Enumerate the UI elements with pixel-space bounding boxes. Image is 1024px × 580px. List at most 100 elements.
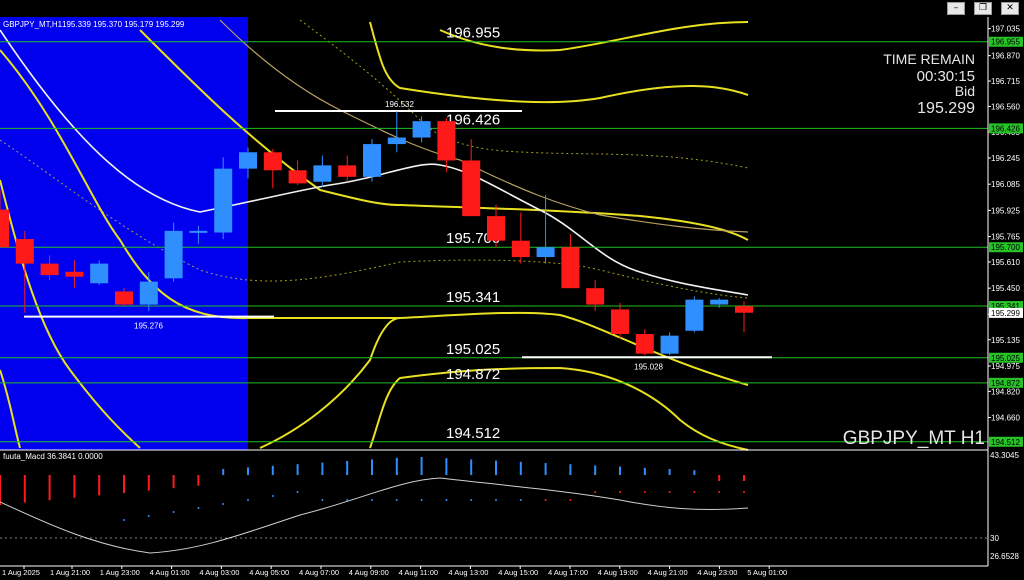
price-tick-label: 197.035 <box>991 25 1020 34</box>
macd-signal-dot <box>172 511 175 513</box>
time-label: 4 Aug 05:00 <box>249 568 289 577</box>
candle-bull <box>363 144 381 177</box>
macd-signal-dot <box>395 499 398 501</box>
macd-signal-dot <box>668 491 671 493</box>
candle-bear <box>635 334 654 354</box>
close-button[interactable]: ✕ <box>1001 2 1019 15</box>
price-tick-label: 194.820 <box>991 387 1020 396</box>
level-label: 194.512 <box>446 425 500 442</box>
candle-bull <box>660 335 679 354</box>
macd-signal-dot <box>743 491 745 493</box>
swing-label: 195.028 <box>634 362 663 371</box>
candle-bull <box>685 299 704 331</box>
candle-bull <box>387 137 406 145</box>
ohlc-readout: 195.339 195.370 195.179 195.299 <box>62 20 185 29</box>
price-tag-label: 196.955 <box>991 38 1020 47</box>
candle-bear <box>40 263 59 276</box>
level-label: 195.341 <box>446 289 500 306</box>
macd-signal-dot <box>123 519 125 521</box>
macd-signal-dot <box>470 499 473 501</box>
macd-signal-dot <box>569 499 572 501</box>
candle-bear <box>586 288 605 305</box>
price-tick-label: 196.085 <box>991 180 1020 189</box>
macd-signal-dot <box>693 491 696 493</box>
level-label: 196.955 <box>446 25 500 42</box>
restore-button[interactable]: ❐ <box>974 2 992 15</box>
price-tick-label: 194.975 <box>991 362 1020 371</box>
candle-bear <box>611 309 629 335</box>
chart-title: GBPJPY_MT,H1 <box>3 20 63 29</box>
candle-bear <box>462 160 481 217</box>
macd-signal-dot <box>643 491 646 493</box>
candle-bull <box>536 247 555 258</box>
macd-header: fuuta_Macd 36.3841 0.0000 <box>3 452 103 461</box>
price-tick-label: 196.560 <box>991 102 1020 111</box>
level-label: 195.025 <box>446 341 500 358</box>
time-label: 1 Aug 23:00 <box>100 568 140 577</box>
candle-bull <box>710 299 729 305</box>
price-tick-label: 195.765 <box>991 233 1020 242</box>
time-label: 4 Aug 13:00 <box>448 568 488 577</box>
candle-bull <box>214 168 233 233</box>
candle-bear <box>437 121 456 161</box>
bid-value: 195.299 <box>917 100 975 117</box>
swing-label: 196.532 <box>385 100 414 109</box>
macd-signal-dot <box>420 499 423 501</box>
time-label: 4 Aug 17:00 <box>548 568 588 577</box>
candle-bear <box>735 306 753 313</box>
macd-signal-dot <box>371 499 373 501</box>
candle-bear <box>511 240 530 258</box>
time-label: 4 Aug 07:00 <box>299 568 339 577</box>
macd-signal-dot <box>594 491 597 493</box>
price-tag-label: 196.426 <box>991 124 1020 133</box>
macd-signal-dot <box>197 507 200 509</box>
price-tick-label: 196.245 <box>991 154 1020 163</box>
candle-bear <box>338 165 357 177</box>
candle-bull <box>164 230 183 279</box>
macd-signal-dot <box>296 491 299 493</box>
price-tick-label: 195.450 <box>991 284 1020 293</box>
level-label: 194.872 <box>446 366 500 383</box>
macd-signal-dot <box>495 499 497 501</box>
macd-scale-mid: 30 <box>990 534 999 543</box>
price-tick-label: 194.660 <box>991 414 1020 423</box>
candle-bear <box>288 170 307 184</box>
price-tag-label: 195.299 <box>991 309 1020 318</box>
candle-bull <box>313 165 332 182</box>
time-label: 4 Aug 01:00 <box>150 568 190 577</box>
chart-canvas[interactable]: 196.955 196.426 195.700 195.341 195.025 194.8… <box>0 0 1024 580</box>
candle-bull <box>239 152 257 169</box>
time-label: 4 Aug 23:00 <box>697 568 737 577</box>
time-label: 4 Aug 21:00 <box>648 568 688 577</box>
time-remain-label: TIME REMAIN <box>883 51 975 67</box>
macd-signal-dot <box>718 491 721 493</box>
candle-bull <box>139 281 158 305</box>
macd-signal-dot <box>271 495 274 497</box>
price-tag-label: 194.512 <box>991 438 1020 447</box>
macd-signal-dot <box>147 515 150 517</box>
time-label: 4 Aug 09:00 <box>349 568 389 577</box>
price-tag-label: 194.872 <box>991 379 1020 388</box>
minimize-button[interactable]: – <box>947 2 965 15</box>
macd-signal-dot <box>321 499 324 501</box>
price-tick-label: 195.610 <box>991 258 1020 267</box>
candle-bear <box>15 239 34 264</box>
candle-bull <box>90 263 109 284</box>
price-tick-label: 196.715 <box>991 77 1020 86</box>
time-label: 5 Aug 01:00 <box>747 568 787 577</box>
bid-label: Bid <box>955 83 975 99</box>
symbol-watermark: GBPJPY_MT H1 <box>843 428 985 449</box>
macd-signal-dot <box>445 499 448 501</box>
macd-signal-dot <box>619 491 621 493</box>
macd-signal-dot <box>544 499 547 501</box>
candle-bear <box>487 216 505 241</box>
candle-bull <box>189 230 208 233</box>
candle-bear <box>115 291 133 305</box>
price-tick-label: 195.135 <box>991 336 1020 345</box>
candle-bear <box>561 247 580 289</box>
macd-scale-bottom: 26.6528 <box>990 552 1019 561</box>
time-label: 1 Aug 2025 <box>2 568 40 577</box>
time-label: 4 Aug 11:00 <box>399 568 438 577</box>
macd-signal-dot <box>222 503 225 505</box>
price-tick-label: 196.870 <box>991 52 1020 61</box>
